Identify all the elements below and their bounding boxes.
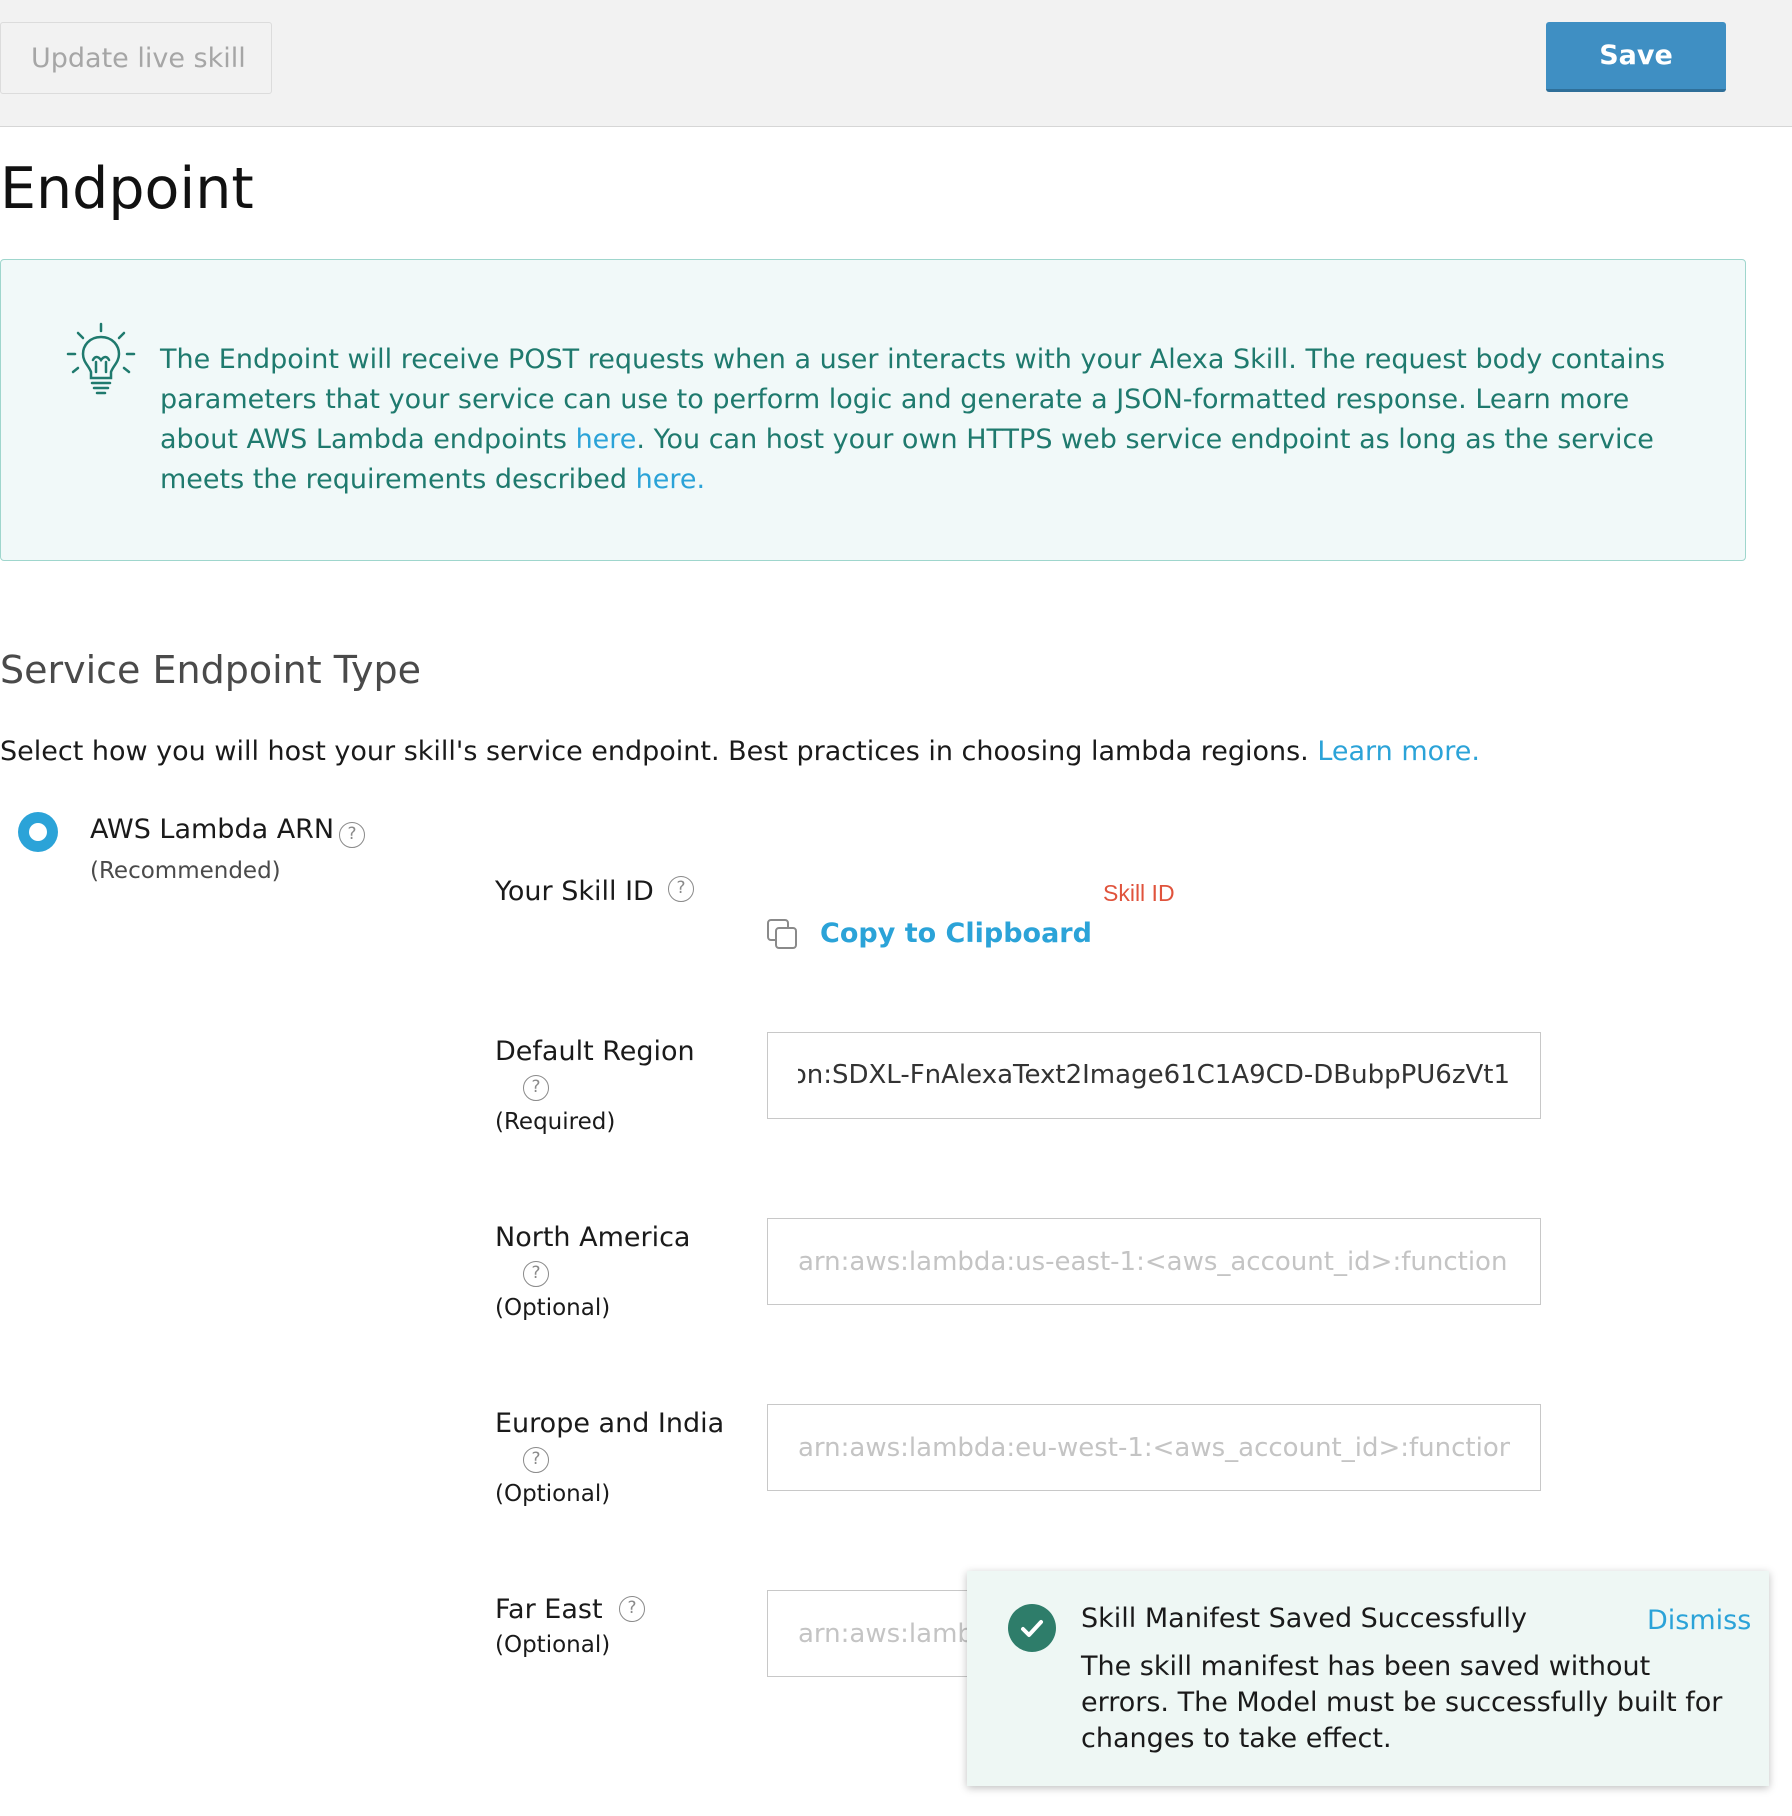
optional-label: (Optional) [495, 1295, 611, 1321]
far-east-label: Far East [495, 1594, 603, 1625]
info-text: The Endpoint will receive POST requests … [160, 340, 1680, 500]
toast-message: The skill manifest has been saved withou… [1081, 1651, 1723, 1754]
toast-title: Skill Manifest Saved Successfully [1081, 1603, 1527, 1634]
aws-lambda-arn-label[interactable]: AWS Lambda ARN [90, 814, 334, 845]
copy-to-clipboard-link[interactable]: Copy to Clipboard [820, 918, 1092, 949]
north-america-input[interactable] [767, 1218, 1541, 1305]
default-region-input[interactable]: ction:SDXL-FnAlexaText2Image61C1A9CD-DBu… [767, 1032, 1541, 1119]
section-title: Service Endpoint Type [0, 648, 422, 692]
section-description: Select how you will host your skill's se… [0, 736, 1480, 767]
help-icon[interactable]: ? [523, 1075, 549, 1101]
help-icon[interactable]: ? [523, 1447, 549, 1473]
skill-id-label: Your Skill ID [495, 876, 654, 907]
default-region-label: Default Region [495, 1036, 695, 1067]
dismiss-link[interactable]: Dismiss [1647, 1605, 1751, 1636]
help-icon[interactable]: ? [339, 822, 365, 848]
aws-lambda-arn-radio[interactable] [18, 812, 58, 852]
endpoint-page: Update live skill Save Endpoint The Endp… [0, 0, 1792, 1816]
toolbar: Update live skill Save [0, 0, 1792, 127]
optional-label: (Optional) [495, 1632, 611, 1658]
help-icon[interactable]: ? [523, 1261, 549, 1287]
check-circle-icon [1008, 1604, 1056, 1652]
learn-more-link[interactable]: Learn more. [1317, 736, 1480, 767]
page-title: Endpoint [0, 156, 254, 222]
info-box: The Endpoint will receive POST requests … [0, 259, 1746, 561]
recommended-label: (Recommended) [90, 858, 281, 884]
europe-india-input[interactable] [767, 1404, 1541, 1491]
copy-icon[interactable] [766, 918, 800, 952]
help-icon[interactable]: ? [668, 876, 694, 902]
north-america-label: North America [495, 1222, 691, 1253]
https-requirements-link[interactable]: here. [636, 464, 705, 495]
europe-india-label: Europe and India [495, 1408, 725, 1439]
help-icon[interactable]: ? [619, 1596, 645, 1622]
lambda-docs-link[interactable]: here [576, 424, 637, 455]
success-toast: Skill Manifest Saved Successfully Dismis… [967, 1571, 1769, 1786]
optional-label: (Optional) [495, 1481, 611, 1507]
save-button[interactable]: Save [1546, 22, 1726, 92]
update-live-skill-button[interactable]: Update live skill [0, 22, 272, 94]
lightbulb-icon [66, 322, 136, 395]
section-description-text: Select how you will host your skill's se… [0, 736, 1318, 767]
required-label: (Required) [495, 1109, 616, 1135]
skill-id-value: Skill ID [1103, 880, 1175, 906]
default-region-value: ction:SDXL-FnAlexaText2Image61C1A9CD-DBu… [798, 1060, 1510, 1090]
